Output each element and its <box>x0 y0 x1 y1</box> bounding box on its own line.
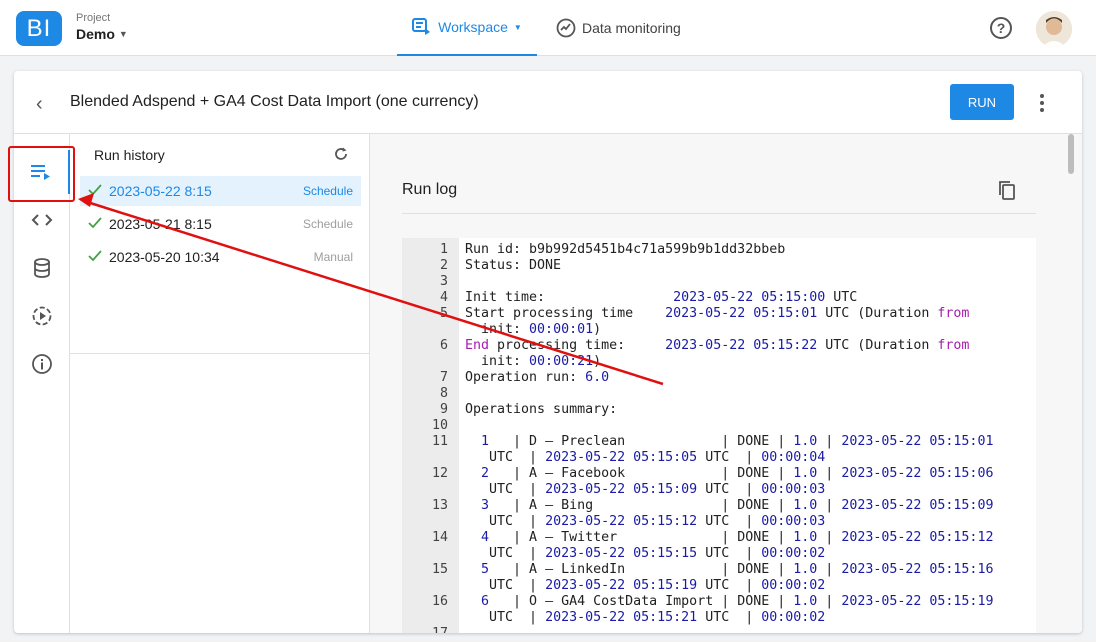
project-selector[interactable]: Project Demo ▼ <box>76 12 128 42</box>
line-number: 15 <box>431 562 448 577</box>
pipeline-card: ‹ Blended Adspend + GA4 Cost Data Import… <box>14 71 1082 633</box>
project-label: Project <box>76 12 111 24</box>
log-line: 6 | O – GA4 CostData Import | DONE | 1.0… <box>481 594 994 609</box>
project-name: Demo <box>76 26 115 42</box>
divider <box>70 353 370 354</box>
line-number: 2 <box>439 258 448 273</box>
user-photo-icon <box>1036 11 1072 47</box>
run-history-panel: Run history 2023-05-22 8:15 Schedule 202… <box>70 134 370 633</box>
tab-data-monitoring-label: Data monitoring <box>582 20 681 36</box>
annotation-highlight-box <box>8 146 75 202</box>
schedule-play-icon <box>32 306 52 326</box>
line-number: 5 <box>439 306 448 321</box>
log-line: UTC | 2023-05-22 05:15:21 UTC | 00:00:02 <box>465 610 826 625</box>
log-line: Run id: b9b992d5451b4c71a599b9b1dd32bbeb <box>465 242 786 257</box>
divider <box>402 213 1036 214</box>
side-rail <box>14 134 70 633</box>
line-number: 11 <box>431 434 448 449</box>
tab-data-monitoring[interactable]: Data monitoring <box>556 0 681 56</box>
help-icon[interactable]: ? <box>990 17 1012 39</box>
line-number: 4 <box>439 290 448 305</box>
history-item[interactable]: 2023-05-20 10:34 Manual <box>80 242 361 272</box>
log-line: Init time: 2023-05-22 05:15:00 UTC <box>465 290 858 305</box>
check-icon <box>83 249 107 265</box>
log-line: Operation run: 6.0 <box>465 370 610 385</box>
scrollbar[interactable] <box>1068 134 1074 174</box>
log-line: Start processing time 2023-05-22 05:15:0… <box>465 306 970 321</box>
page-title: Blended Adspend + GA4 Cost Data Import (… <box>70 93 479 110</box>
code-icon <box>31 214 53 226</box>
log-line: UTC | 2023-05-22 05:15:05 UTC | 00:00:04 <box>465 450 826 465</box>
more-options-icon[interactable] <box>1032 91 1052 115</box>
history-type: Schedule <box>302 184 353 198</box>
history-item[interactable]: 2023-05-22 8:15 Schedule <box>80 176 361 206</box>
log-line: Status: DONE <box>465 258 562 273</box>
line-number: 1 <box>439 242 448 257</box>
log-code-block: 1 Run id: b9b992d5451b4c71a599b9b1dd32bbe… <box>402 238 1036 633</box>
refresh-icon[interactable] <box>333 146 349 167</box>
history-date: 2023-05-20 10:34 <box>109 249 220 265</box>
log-line: End processing time: 2023-05-22 05:15:22… <box>465 338 970 353</box>
log-line: init: 00:00:21) <box>465 354 602 369</box>
history-date: 2023-05-21 8:15 <box>109 216 212 232</box>
line-number: 13 <box>431 498 448 513</box>
caret-down-icon: ▼ <box>513 22 522 32</box>
info-icon <box>32 354 52 374</box>
check-icon <box>83 216 107 232</box>
log-line: 4 | A – Twitter | DONE | 1.0 | 2023-05-2… <box>481 530 994 545</box>
history-item[interactable]: 2023-05-21 8:15 Schedule <box>80 209 361 239</box>
check-icon <box>83 183 107 199</box>
log-line: UTC | 2023-05-22 05:15:19 UTC | 00:00:02 <box>465 578 826 593</box>
run-log-panel: Run log 1 Run id: b9b992d5451b4c71a599b9b… <box>370 134 1082 633</box>
caret-down-icon: ▼ <box>118 29 128 39</box>
log-line: 2 | A – Facebook | DONE | 1.0 | 2023-05-… <box>481 466 994 481</box>
rail-code[interactable] <box>14 198 70 242</box>
back-icon[interactable]: ‹ <box>36 93 43 116</box>
line-number: 7 <box>439 370 448 385</box>
log-line: 3 | A – Bing | DONE | 1.0 | 2023-05-22 0… <box>481 498 994 513</box>
line-number: 9 <box>439 402 448 417</box>
monitoring-icon <box>556 18 576 38</box>
history-date: 2023-05-22 8:15 <box>109 183 212 199</box>
avatar[interactable] <box>1036 11 1072 47</box>
log-line: 1 | D – Preclean | DONE | 1.0 | 2023-05-… <box>481 434 994 449</box>
log-line: UTC | 2023-05-22 05:15:09 UTC | 00:00:03 <box>465 482 826 497</box>
workspace-icon <box>412 18 431 35</box>
tab-workspace-label: Workspace <box>438 19 508 35</box>
copy-icon[interactable] <box>998 180 1016 205</box>
database-icon <box>34 258 50 278</box>
line-number: 17 <box>402 626 448 633</box>
line-number: 3 <box>439 274 448 289</box>
line-number: 10 <box>431 418 448 433</box>
history-type: Schedule <box>302 217 353 231</box>
rail-database[interactable] <box>14 246 70 290</box>
history-type: Manual <box>313 250 353 264</box>
rail-info[interactable] <box>14 342 70 386</box>
app-logo[interactable]: BI <box>16 11 62 46</box>
run-log-title: Run log <box>402 181 458 198</box>
log-line: Operations summary: <box>465 402 618 417</box>
run-button[interactable]: RUN <box>950 84 1014 120</box>
run-history-title: Run history <box>94 147 165 163</box>
log-line: UTC | 2023-05-22 05:15:12 UTC | 00:00:03 <box>465 514 826 529</box>
log-line: 5 | A – LinkedIn | DONE | 1.0 | 2023-05-… <box>481 562 994 577</box>
log-line: UTC | 2023-05-22 05:15:15 UTC | 00:00:02 <box>465 546 826 561</box>
log-line: init: 00:00:01) <box>465 322 602 337</box>
line-number: 14 <box>431 530 448 545</box>
tab-workspace[interactable]: Workspace ▼ <box>397 0 537 56</box>
line-number: 16 <box>431 594 448 609</box>
rail-schedule[interactable] <box>14 294 70 338</box>
line-number: 6 <box>439 338 448 353</box>
line-number: 8 <box>439 386 448 401</box>
top-bar: BI Project Demo ▼ Workspace ▼ Data monit… <box>0 0 1096 56</box>
line-number: 12 <box>431 466 448 481</box>
